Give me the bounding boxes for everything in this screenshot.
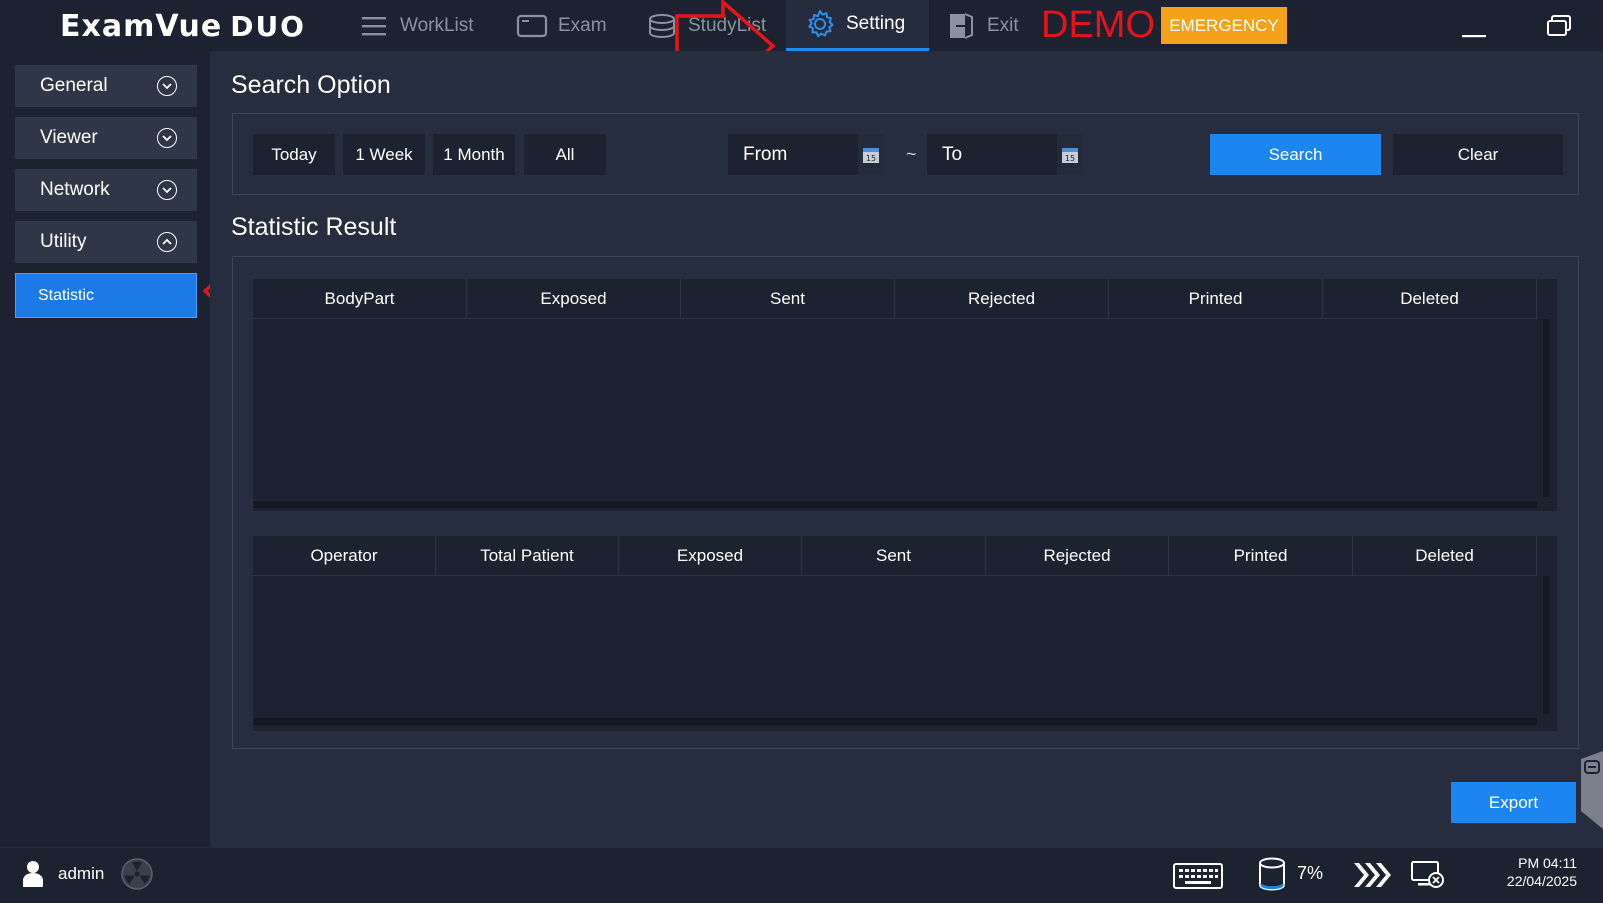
sidebar-item-label: Utility: [40, 231, 87, 252]
keyboard-icon[interactable]: [1173, 861, 1223, 891]
gear-icon: [804, 8, 836, 40]
nav-worklist[interactable]: WorkList: [358, 0, 474, 51]
nav-exam-label: Exam: [558, 14, 607, 36]
bodypart-statistic-table[interactable]: BodyPart Exposed Sent Rejected Printed D…: [253, 279, 1557, 511]
sidebar-item-label: Viewer: [40, 127, 98, 148]
app-logo: ExamVue DUO: [60, 6, 306, 48]
operator-statistic-table[interactable]: Operator Total Patient Exposed Sent Reje…: [253, 536, 1557, 731]
search-option-title: Search Option: [231, 71, 391, 99]
to-date-field[interactable]: To 15: [927, 134, 1083, 175]
nav-exit[interactable]: Exit: [945, 0, 1019, 51]
table-header: BodyPart Exposed Sent Rejected Printed D…: [253, 279, 1537, 319]
calendar-day: 15: [866, 154, 876, 163]
statistic-result-title: Statistic Result: [231, 213, 397, 241]
column-header[interactable]: Printed: [1109, 279, 1323, 319]
minimize-button[interactable]: [1454, 18, 1494, 40]
column-header[interactable]: BodyPart: [253, 279, 467, 319]
sidebar-item-general[interactable]: General: [15, 65, 197, 107]
nav-setting-label: Setting: [846, 13, 906, 34]
nav-worklist-label: WorkList: [400, 14, 474, 36]
disk-storage-icon: [1258, 857, 1286, 891]
emergency-button[interactable]: EMERGENCY: [1161, 7, 1287, 44]
clear-button[interactable]: Clear: [1393, 134, 1563, 175]
logo-sub: DUO: [230, 10, 306, 43]
calendar-day: 15: [1065, 154, 1075, 163]
range-month-button[interactable]: 1 Month: [433, 134, 515, 175]
column-header[interactable]: Sent: [681, 279, 895, 319]
settings-sidebar: General Viewer Network Utility Statistic: [0, 51, 210, 847]
from-date-field[interactable]: From 15: [728, 134, 884, 175]
user-icon: [22, 860, 44, 888]
table-header: Operator Total Patient Exposed Sent Reje…: [253, 536, 1537, 576]
chevron-down-icon: [157, 128, 177, 148]
nav-setting[interactable]: Setting: [786, 0, 929, 51]
column-header[interactable]: Deleted: [1323, 279, 1537, 319]
sidebar-item-label: General: [40, 75, 108, 96]
search-option-box: Today 1 Week 1 Month All From 15 ~ To 15…: [232, 113, 1579, 195]
clock-date: 22/04/2025: [1506, 873, 1577, 889]
vertical-scrollbar[interactable]: [1543, 576, 1549, 714]
fast-forward-icon[interactable]: [1352, 860, 1392, 890]
demo-label: DEMO: [1041, 4, 1155, 46]
radiation-icon: [121, 858, 153, 890]
nav-exam[interactable]: Exam: [516, 0, 607, 51]
logo-main: ExamVue: [60, 9, 223, 44]
horizontal-scrollbar[interactable]: [253, 501, 1537, 508]
sidebar-item-network[interactable]: Network: [15, 169, 197, 211]
column-header[interactable]: Deleted: [1353, 536, 1537, 576]
column-header[interactable]: Operator: [253, 536, 436, 576]
calendar-icon[interactable]: 15: [1057, 134, 1083, 175]
column-header[interactable]: Exposed: [467, 279, 681, 319]
user-name: admin: [58, 864, 105, 883]
horizontal-scrollbar[interactable]: [253, 718, 1537, 725]
chevron-down-icon: [157, 76, 177, 96]
range-week-button[interactable]: 1 Week: [343, 134, 425, 175]
top-bar: ExamVue DUO WorkList Exam StudyList Sett…: [0, 0, 1603, 51]
column-header[interactable]: Rejected: [986, 536, 1169, 576]
app-window: ExamVue DUO WorkList Exam StudyList Sett…: [0, 0, 1603, 903]
exam-window-icon: [516, 10, 548, 42]
sidebar-item-utility[interactable]: Utility: [15, 221, 197, 263]
vertical-scrollbar[interactable]: [1543, 319, 1549, 497]
export-button[interactable]: Export: [1451, 782, 1576, 823]
clock: PM 04:11 22/04/2025: [1507, 854, 1577, 890]
list-icon: [358, 10, 390, 42]
disk-usage-value: 7%: [1297, 863, 1324, 883]
calendar-icon[interactable]: 15: [858, 134, 884, 175]
side-panel-handle[interactable]: [1577, 751, 1603, 829]
clock-time: PM 04:11: [1518, 855, 1577, 871]
current-user[interactable]: admin: [22, 860, 104, 888]
database-icon: [646, 10, 678, 42]
sidebar-item-viewer[interactable]: Viewer: [15, 117, 197, 159]
device-settings-icon[interactable]: [1410, 859, 1446, 891]
column-header[interactable]: Printed: [1169, 536, 1353, 576]
column-header[interactable]: Total Patient: [436, 536, 619, 576]
search-button[interactable]: Search: [1210, 134, 1381, 175]
column-header[interactable]: Rejected: [895, 279, 1109, 319]
column-header[interactable]: Sent: [802, 536, 986, 576]
range-separator: ~: [906, 144, 917, 164]
main-panel: Search Option Today 1 Week 1 Month All F…: [210, 51, 1603, 847]
from-date-placeholder: From: [743, 143, 788, 165]
status-bar: admin 7% PM 04:11 22/04/2025: [0, 847, 1603, 903]
range-all-button[interactable]: All: [524, 134, 606, 175]
column-header[interactable]: Exposed: [619, 536, 802, 576]
to-date-placeholder: To: [942, 143, 963, 165]
range-today-button[interactable]: Today: [253, 134, 335, 175]
sidebar-item-label: Network: [40, 179, 110, 200]
exit-door-icon: [945, 10, 977, 42]
nav-exit-label: Exit: [987, 14, 1019, 36]
restore-window-button[interactable]: [1544, 12, 1576, 40]
statistic-result-box: BodyPart Exposed Sent Rejected Printed D…: [232, 256, 1579, 749]
chevron-up-icon: [157, 232, 177, 252]
chevron-down-icon: [157, 180, 177, 200]
sidebar-subitem-statistic[interactable]: Statistic: [15, 273, 197, 318]
